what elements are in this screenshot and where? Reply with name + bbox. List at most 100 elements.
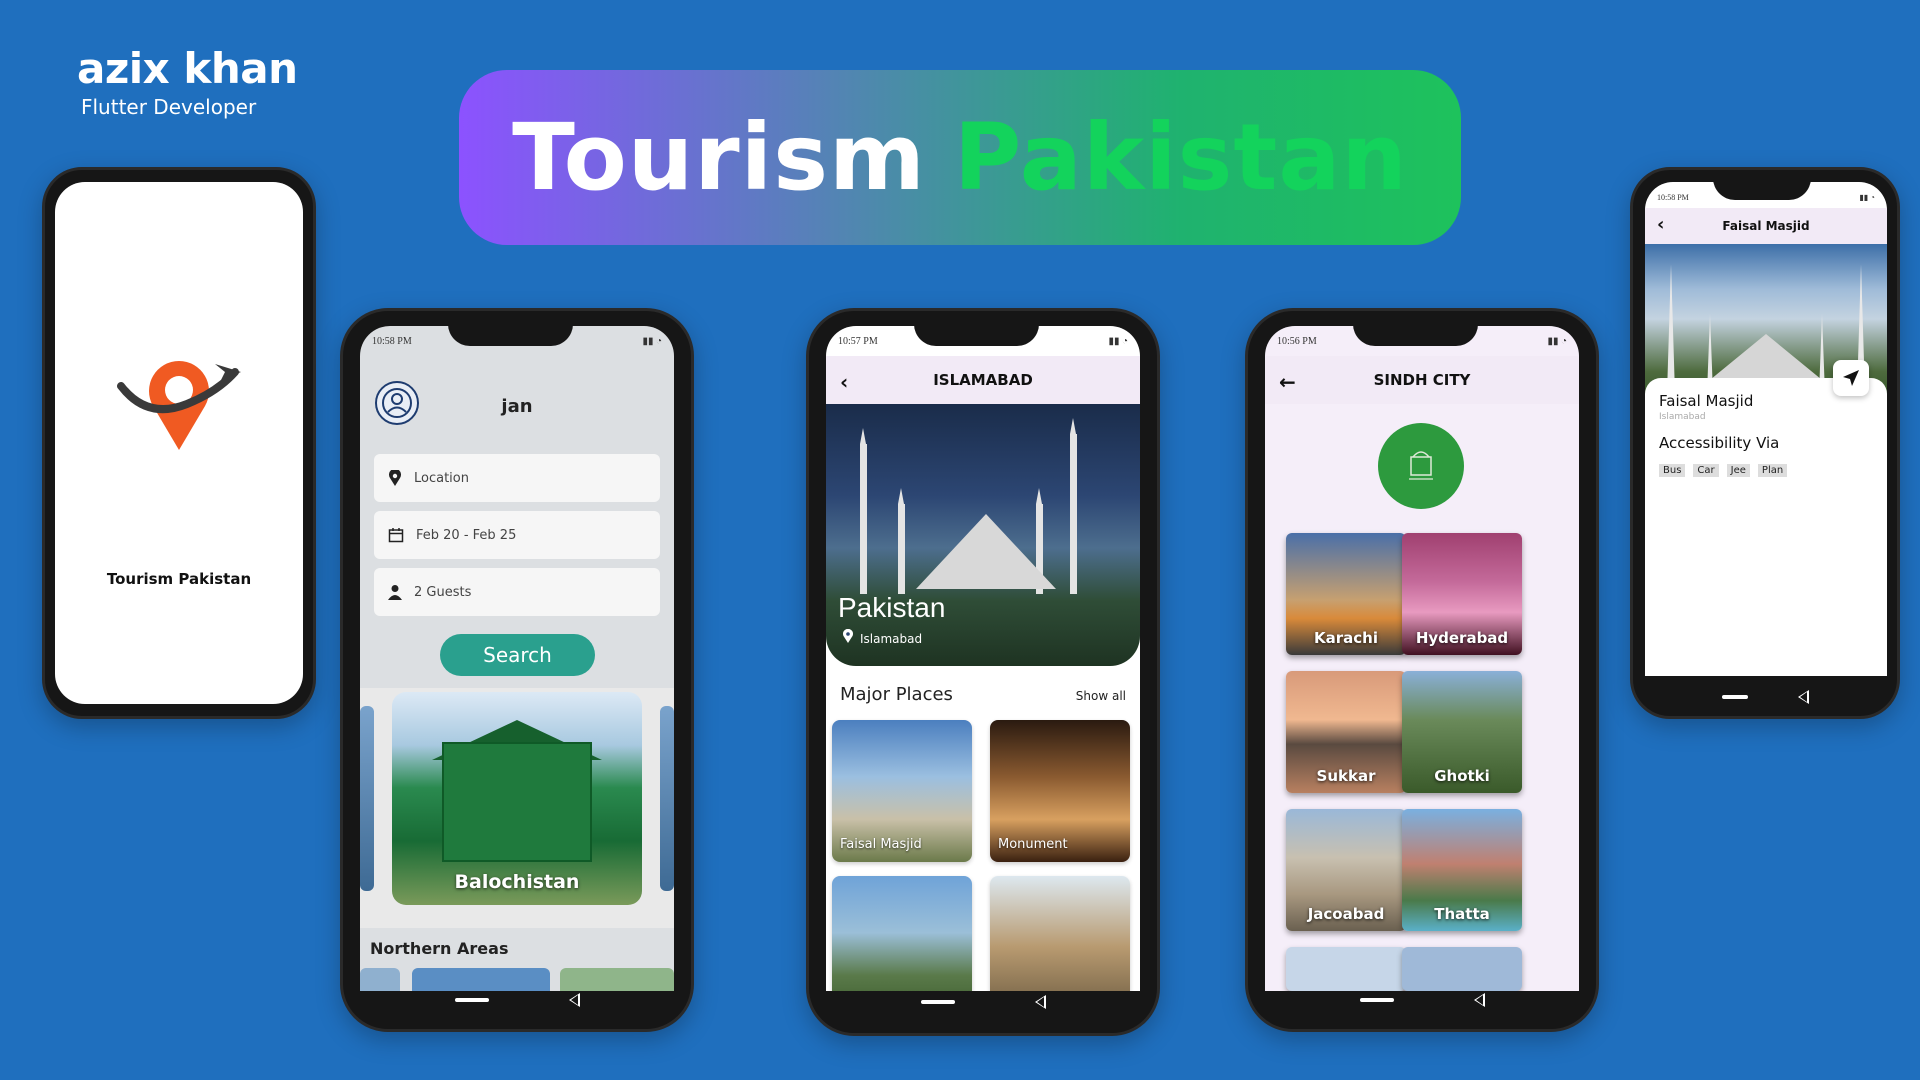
accessibility-heading: Accessibility Via: [1659, 434, 1780, 452]
brand: azix khan Flutter Developer: [77, 44, 298, 119]
search-button[interactable]: Search: [440, 634, 595, 676]
city-card-label: Jacoabad: [1307, 905, 1385, 923]
region-card[interactable]: Balochistan: [392, 692, 642, 905]
northern-card[interactable]: [560, 968, 674, 991]
hero-title: Pakistan: [838, 592, 946, 623]
city-card[interactable]: Karachi: [1286, 533, 1406, 655]
city-card-label: Hyderabad: [1415, 629, 1509, 647]
status-time: 10:57 PM: [838, 335, 878, 347]
back-chevron-icon[interactable]: ‹: [840, 370, 848, 394]
location-field[interactable]: Location: [374, 454, 660, 502]
city-card[interactable]: [1402, 947, 1522, 991]
app-header: ‹ ISLAMABAD: [826, 356, 1140, 404]
city-card-label: Ghotki: [1434, 767, 1490, 785]
carousel-prev-card[interactable]: [360, 706, 374, 891]
city-card[interactable]: [1286, 947, 1406, 991]
transport-options: Bus Car Jee Plan: [1659, 464, 1788, 477]
brand-role: Flutter Developer: [81, 95, 257, 119]
place-tile[interactable]: [990, 876, 1130, 991]
signal-icon: ▮▮ ◔: [1108, 335, 1128, 347]
northern-card[interactable]: [412, 968, 550, 991]
hero-image: Pakistan Islamabad: [826, 404, 1140, 666]
carousel-next-card[interactable]: [660, 706, 674, 891]
transport-chip[interactable]: Car: [1693, 464, 1719, 477]
location-placeholder: Location: [414, 470, 469, 486]
android-nav-bar: [343, 993, 691, 1007]
home-gesture-icon[interactable]: [454, 998, 489, 1002]
place-title: Faisal Masjid: [1659, 392, 1754, 410]
sindh-screen: 10:56 PM ▮▮ ◔ ← SINDH CITY Karachi Hyder…: [1265, 326, 1579, 991]
android-nav-bar: [1248, 993, 1596, 1007]
status-time: 10:56 PM: [1277, 335, 1317, 347]
back-chevron-icon[interactable]: ‹: [1657, 214, 1664, 235]
place-tile[interactable]: [832, 876, 972, 991]
date-range-field[interactable]: Feb 20 - Feb 25: [374, 511, 660, 559]
app-header: ‹ Faisal Masjid: [1645, 208, 1887, 244]
place-subtitle: Islamabad: [1659, 412, 1706, 422]
banner-title: Tourism Pakistan: [512, 104, 1408, 211]
detail-card: Faisal Masjid Islamabad Accessibility Vi…: [1645, 378, 1887, 676]
place-tile[interactable]: Monument: [990, 720, 1130, 862]
calendar-icon: [388, 528, 404, 543]
back-triangle-icon[interactable]: [568, 993, 580, 1007]
splash-title: Tourism Pakistan: [106, 570, 252, 588]
phone-home: 10:58 PM ▮▮ ◔ jan Location Feb 20 - Feb …: [340, 308, 694, 1032]
android-nav-bar: [1633, 690, 1897, 704]
date-range-value: Feb 20 - Feb 25: [416, 527, 517, 543]
region-card-label: Balochistan: [454, 871, 580, 893]
section-title: Northern Areas: [370, 939, 509, 958]
detail-screen: 10:58 PM ▮▮ ◔ ‹ Faisal Masjid Faisal Mas…: [1645, 182, 1887, 676]
guests-value: 2 Guests: [414, 584, 472, 600]
place-tile-label: Faisal Masjid: [840, 837, 922, 852]
signal-icon: ▮▮ ◔: [1859, 192, 1875, 202]
back-triangle-icon[interactable]: [1034, 995, 1046, 1009]
city-card-label: Karachi: [1314, 629, 1378, 647]
android-nav-bar: [809, 995, 1157, 1009]
transport-chip[interactable]: Plan: [1757, 464, 1788, 477]
city-card[interactable]: Thatta: [1402, 809, 1522, 931]
sindh-emblem-icon: [1378, 423, 1464, 509]
region-carousel[interactable]: Balochistan: [360, 688, 674, 928]
city-card[interactable]: Ghotki: [1402, 671, 1522, 793]
city-card-label: Thatta: [1434, 905, 1490, 923]
back-triangle-icon[interactable]: [1473, 993, 1485, 1007]
app-logo-icon: [117, 361, 241, 450]
splash-screen: Tourism Pakistan: [55, 182, 303, 704]
city-card[interactable]: Hyderabad: [1402, 533, 1522, 655]
phone-notch: [914, 311, 1039, 346]
location-pin-icon: [389, 470, 401, 486]
phone-detail: 10:58 PM ▮▮ ◔ ‹ Faisal Masjid Faisal Mas…: [1630, 167, 1900, 719]
guests-field[interactable]: 2 Guests: [374, 568, 660, 616]
section-title: Major Places: [840, 684, 953, 705]
title-banner: Tourism Pakistan: [459, 70, 1461, 245]
home-gesture-icon[interactable]: [920, 1000, 955, 1004]
header-title: ISLAMABAD: [933, 371, 1033, 389]
navigation-arrow-icon: [1843, 370, 1859, 386]
city-card[interactable]: Sukkar: [1286, 671, 1406, 793]
back-arrow-icon[interactable]: ←: [1279, 370, 1296, 394]
home-screen: 10:58 PM ▮▮ ◔ jan Location Feb 20 - Feb …: [360, 326, 674, 991]
back-triangle-icon[interactable]: [1797, 690, 1809, 704]
show-all-link[interactable]: Show all: [1076, 689, 1126, 703]
phone-islamabad: 10:57 PM ▮▮ ◔ ‹ ISLAMABAD Pakistan Islam…: [806, 308, 1160, 1036]
banner-word-tourism: Tourism: [512, 104, 926, 211]
user-name: jan: [501, 396, 533, 417]
city-card[interactable]: Jacoabad: [1286, 809, 1406, 931]
transport-chip[interactable]: Bus: [1659, 464, 1686, 477]
northern-card[interactable]: [360, 968, 400, 991]
brand-name: azix khan: [77, 44, 298, 93]
islamabad-screen: 10:57 PM ▮▮ ◔ ‹ ISLAMABAD Pakistan Islam…: [826, 326, 1140, 991]
city-card-label: Sukkar: [1316, 767, 1376, 785]
navigate-button[interactable]: [1833, 360, 1869, 396]
signal-icon: ▮▮ ◔: [1547, 335, 1567, 347]
phone-notch: [448, 311, 573, 346]
person-icon: [388, 585, 402, 600]
header-title: Faisal Masjid: [1722, 219, 1810, 233]
place-tile[interactable]: Faisal Masjid: [832, 720, 972, 862]
app-header: ← SINDH CITY: [1265, 356, 1579, 404]
phone-splash: Tourism Pakistan: [42, 167, 316, 719]
hero-location: Islamabad: [860, 632, 923, 646]
home-gesture-icon[interactable]: [1721, 695, 1748, 699]
home-gesture-icon[interactable]: [1359, 998, 1394, 1002]
transport-chip[interactable]: Jee: [1726, 464, 1750, 477]
